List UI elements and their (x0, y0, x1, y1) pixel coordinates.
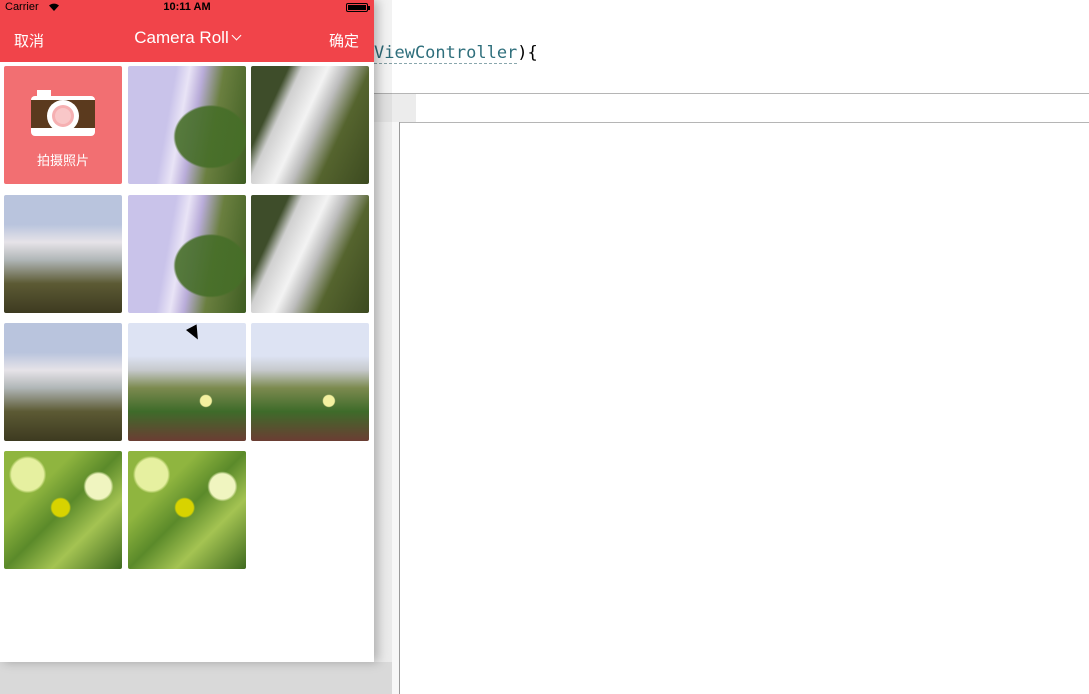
photo-thumbnail[interactable] (251, 66, 369, 184)
photo-thumbnail[interactable] (128, 451, 246, 569)
code-line[interactable]: ViewController){ (374, 40, 538, 66)
photo-thumbnail[interactable] (128, 323, 246, 441)
photo-thumbnail[interactable] (4, 451, 122, 569)
battery-icon (346, 3, 370, 12)
chevron-down-icon (231, 30, 242, 41)
photo-thumbnail[interactable] (128, 66, 246, 184)
photo-thumbnail[interactable] (251, 195, 369, 313)
confirm-button[interactable]: 确定 (329, 30, 359, 51)
editor-divider-bottom (374, 122, 1089, 123)
photo-thumbnail[interactable] (4, 195, 122, 313)
take-photo-tile[interactable]: 拍摄照片 (4, 66, 122, 184)
take-photo-label: 拍摄照片 (36, 154, 89, 169)
status-bar: Carrier 10:11 AM (0, 0, 374, 14)
camera-icon (31, 90, 95, 136)
album-title: Camera Roll (134, 28, 229, 47)
photo-thumbnail[interactable] (251, 323, 369, 441)
editor-gutter-line (399, 122, 400, 694)
photo-thumbnail[interactable] (128, 195, 246, 313)
code-punctuation: ){ (517, 43, 538, 63)
navigation-bar: 取消 Camera Roll 确定 (0, 14, 374, 62)
simulator-bottom-shadow (0, 662, 392, 694)
code-type-name[interactable]: ViewController (374, 43, 518, 64)
photo-thumbnail[interactable] (4, 323, 122, 441)
editor-divider-top (374, 93, 1089, 94)
album-selector[interactable]: Camera Roll (0, 28, 374, 48)
status-time: 10:11 AM (163, 1, 211, 13)
